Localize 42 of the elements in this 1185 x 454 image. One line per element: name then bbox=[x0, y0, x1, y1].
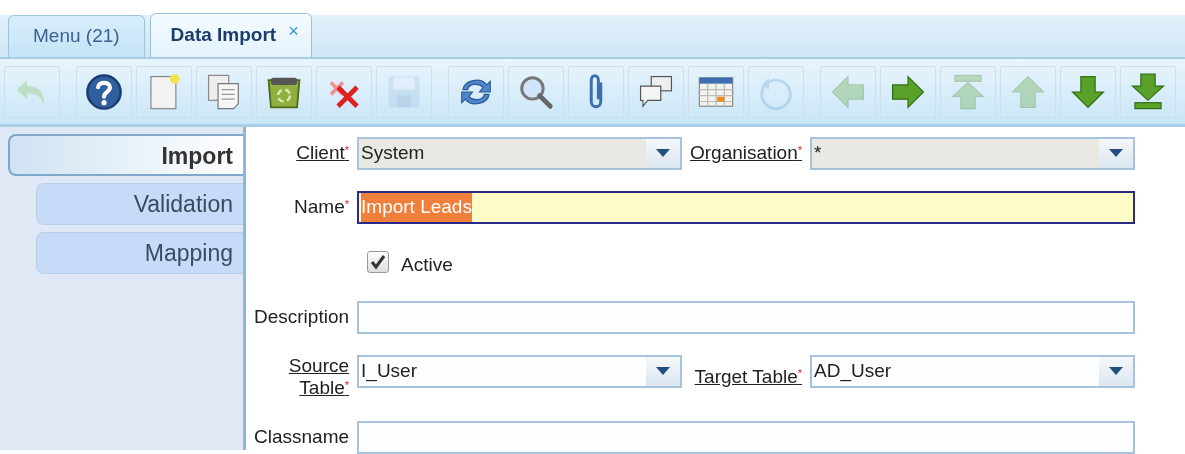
toolbar-button[interactable] bbox=[628, 65, 684, 118]
help-icon bbox=[85, 72, 123, 111]
field-label-link[interactable]: Organisation$^{*}$ bbox=[690, 142, 803, 165]
checkbox-label: Active bbox=[401, 253, 453, 277]
caret-icon bbox=[1109, 149, 1123, 158]
checkbox[interactable] bbox=[367, 251, 390, 274]
toolbar-button[interactable] bbox=[256, 65, 312, 118]
dropdown-field[interactable]: * bbox=[810, 137, 1135, 170]
toolbar-button[interactable] bbox=[508, 65, 564, 118]
caret-icon bbox=[1109, 366, 1123, 376]
caret-icon bbox=[656, 149, 670, 158]
caret-icon bbox=[656, 366, 670, 376]
dropdown-button[interactable] bbox=[646, 139, 680, 168]
toolbar-button[interactable] bbox=[1120, 65, 1176, 118]
dropdown-field[interactable]: AD_User bbox=[810, 354, 1135, 388]
tab[interactable]: Menu (21) bbox=[8, 15, 145, 57]
dropdown-field[interactable]: System bbox=[357, 137, 682, 170]
input-field[interactable] bbox=[357, 421, 1135, 454]
side-tab[interactable]: Mapping bbox=[36, 232, 243, 274]
toolbar-button[interactable] bbox=[448, 65, 504, 118]
dropdown-button[interactable] bbox=[646, 356, 680, 386]
dropdown-button[interactable] bbox=[1099, 139, 1133, 168]
field-label-link[interactable]: Source Table$^{*}$ bbox=[254, 354, 350, 401]
toolbar-button[interactable] bbox=[568, 65, 624, 118]
field-label-link[interactable]: Target Table$^{*}$ bbox=[690, 365, 803, 389]
arrow-left-icon bbox=[829, 72, 867, 111]
arrow-bottom-icon bbox=[1129, 72, 1167, 111]
input-field[interactable] bbox=[357, 300, 1135, 334]
dropdown-button[interactable] bbox=[1099, 356, 1133, 386]
field-label: Description bbox=[254, 305, 350, 329]
toolbar-button[interactable] bbox=[688, 65, 744, 118]
side-tab[interactable]: Import bbox=[8, 134, 243, 176]
field-label: Name$^{*}$ bbox=[293, 196, 350, 219]
arrow-right-icon bbox=[889, 72, 927, 111]
dropdown-field[interactable]: I_User bbox=[357, 354, 682, 388]
side-tab[interactable]: Validation bbox=[36, 183, 243, 225]
field-label: Classname bbox=[254, 426, 350, 449]
checkmark-icon bbox=[370, 254, 387, 271]
arrow-top-icon bbox=[949, 72, 987, 111]
toolbar-button[interactable] bbox=[76, 65, 132, 118]
field-label-link[interactable]: Client$^{*}$ bbox=[254, 142, 350, 165]
tab[interactable]: Data Import × bbox=[149, 13, 312, 57]
